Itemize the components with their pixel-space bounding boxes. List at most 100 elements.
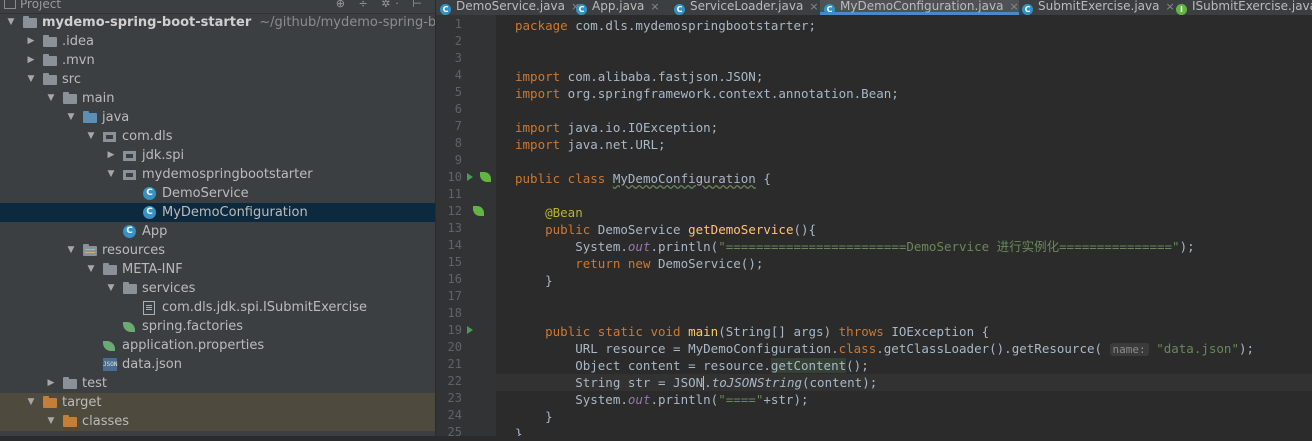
code-line[interactable]: } (515, 425, 523, 436)
gutter-line[interactable]: 1 (436, 16, 496, 33)
gutter-line[interactable]: 17 (436, 288, 496, 305)
code-line[interactable]: URL resource = MyDemoConfiguration.class… (515, 340, 1254, 357)
code-line[interactable]: package com.dls.mydemospringbootstarter; (515, 17, 816, 34)
tree-row-target[interactable]: ▼ target (0, 393, 435, 412)
code-line[interactable]: return new DemoService(); (515, 255, 763, 272)
gutter-line[interactable]: 16 (436, 271, 496, 288)
tree-row-mydemo-spring-boot-starter[interactable]: ▼ mydemo-spring-boot-starter ~/github/myde… (0, 13, 435, 32)
tree-row-meta-inf[interactable]: ▼ META-INF (0, 260, 435, 279)
tab-isubmitexercise-java[interactable]: IISubmitExercise.java× (1172, 0, 1312, 15)
tab-app-java[interactable]: C App.java × (572, 0, 660, 15)
gutter-line[interactable]: 3 (436, 50, 496, 67)
tab-serviceloader-java[interactable]: C ServiceLoader.java × (670, 0, 819, 15)
chevron-down-icon[interactable]: ▼ (65, 108, 77, 127)
close-icon[interactable]: × (809, 0, 818, 13)
chevron-right-icon[interactable]: ▶ (105, 146, 117, 165)
gutter-line[interactable]: 21 (436, 356, 496, 373)
tree-row-mydemospringbootstarter[interactable]: ▼ mydemospringbootstarter (0, 165, 435, 184)
code-line[interactable]: import com.alibaba.fastjson.JSON; (515, 68, 763, 85)
gutter-line[interactable]: 25 (436, 424, 496, 441)
chevron-down-icon[interactable]: ▼ (85, 127, 97, 146)
chevron-right-icon[interactable]: ▶ (25, 51, 37, 70)
gutter-line[interactable]: 7 (436, 118, 496, 135)
gutter-line[interactable]: 18 (436, 305, 496, 322)
gutter-line[interactable]: 20 (436, 339, 496, 356)
tree-row-spring-factories[interactable]: spring.factories (0, 317, 435, 336)
spring-bean-icon[interactable] (473, 206, 484, 216)
gutter-line[interactable]: 22 (436, 373, 496, 390)
chevron-down-icon[interactable]: ▼ (25, 70, 37, 89)
gutter-line[interactable]: 23 (436, 390, 496, 407)
tab-submitexercise-java[interactable]: C SubmitExercise.java × (1018, 0, 1175, 15)
gutter-line[interactable]: 9 (436, 152, 496, 169)
chevron-down-icon[interactable]: ▼ (45, 412, 57, 431)
tree-row--idea[interactable]: ▶ .idea (0, 32, 435, 51)
code-line[interactable]: System.out.println("===="+str); (515, 391, 808, 408)
tree-row--mvn[interactable]: ▶ .mvn (0, 51, 435, 70)
gutter-line[interactable]: 12 (436, 203, 496, 220)
tree-row-mydemoconfiguration[interactable]: C MyDemoConfiguration (0, 203, 435, 222)
gutter-line[interactable]: 6 (436, 101, 496, 118)
run-icon[interactable] (467, 326, 473, 334)
code-line[interactable]: public class MyDemoConfiguration { (515, 170, 771, 187)
line-number: 25 (447, 425, 462, 439)
gutter-line[interactable]: 10 (436, 169, 496, 186)
gutter-line[interactable]: 4 (436, 67, 496, 84)
code-line[interactable]: String str = JSON.toJSONString(content); (515, 374, 877, 391)
close-icon[interactable]: × (650, 0, 659, 13)
java-class-icon: C (440, 4, 451, 15)
spring-bean-icon[interactable] (480, 172, 491, 182)
code-line[interactable]: System.out.println("====================… (515, 238, 1194, 255)
chevron-down-icon[interactable]: ▼ (105, 279, 117, 298)
code-line[interactable]: import java.io.IOException; (515, 119, 718, 136)
tree-row-src[interactable]: ▼ src (0, 70, 435, 89)
gutter-line[interactable]: 15 (436, 254, 496, 271)
tree-row-app[interactable]: C App (0, 222, 435, 241)
gutter-line[interactable]: 2 (436, 33, 496, 50)
tree-row-demoservice[interactable]: C DemoService (0, 184, 435, 203)
code-line[interactable]: import java.net.URL; (515, 136, 666, 153)
gutter-line[interactable]: 14 (436, 237, 496, 254)
code-line[interactable]: public static void main(String[] args) t… (515, 323, 989, 340)
chevron-down-icon[interactable]: ▼ (45, 89, 57, 108)
line-number: 19 (447, 323, 462, 337)
chevron-right-icon[interactable]: ▶ (25, 32, 37, 51)
project-view-selector[interactable]: Project (4, 0, 61, 11)
tree-row-main[interactable]: ▼ main (0, 89, 435, 108)
chevron-down-icon[interactable]: ▼ (85, 260, 97, 279)
line-number: 24 (447, 408, 462, 422)
gutter-line[interactable]: 11 (436, 186, 496, 203)
gutter-line[interactable]: 19 (436, 322, 496, 339)
chevron-right-icon[interactable]: ▶ (45, 374, 57, 393)
code-line[interactable]: Object content = resource.getContent(); (515, 357, 869, 374)
code-line[interactable]: @Bean (515, 204, 583, 221)
tree-row-test[interactable]: ▶ test (0, 374, 435, 393)
chevron-down-icon[interactable]: ▼ (5, 13, 17, 32)
code-editor[interactable]: package com.dls.mydemospringbootstarter;… (496, 15, 1312, 436)
gutter-line[interactable]: 5 (436, 84, 496, 101)
chevron-down-icon[interactable]: ▼ (65, 241, 77, 260)
tree-row-resources[interactable]: ▼ resources (0, 241, 435, 260)
gutter-line[interactable]: 8 (436, 135, 496, 152)
tree-row-com-dls[interactable]: ▼ com.dls (0, 127, 435, 146)
tree-row-services[interactable]: ▼ services (0, 279, 435, 298)
chevron-down-icon[interactable]: ▼ (25, 393, 37, 412)
gutter-line[interactable]: 24 (436, 407, 496, 424)
chevron-down-icon[interactable]: ▼ (105, 165, 117, 184)
code-line[interactable]: } (515, 272, 553, 289)
tree-item-label: src (62, 70, 81, 89)
tab-mydemoconfiguration-java[interactable]: C MyDemoConfiguration.java × (820, 0, 1019, 15)
tree-row-com-dls-jdk-spi-isubmitexercise[interactable]: com.dls.jdk.spi.ISubmitExercise (0, 298, 435, 317)
tree-row-classes[interactable]: ▼ classes (0, 412, 435, 431)
project-toolbar-icons[interactable]: ⊕ ÷ ✲· ⊢ (336, 0, 427, 10)
tab-demoservice-java[interactable]: CDemoService.java× (436, 0, 580, 15)
run-icon[interactable] (467, 173, 473, 181)
code-line[interactable]: import org.springframework.context.annot… (515, 85, 899, 102)
code-line[interactable]: public DemoService getDemoService(){ (515, 221, 816, 238)
tree-row-java[interactable]: ▼ java (0, 108, 435, 127)
tree-row-jdk-spi[interactable]: ▶ jdk.spi (0, 146, 435, 165)
tree-row-application-properties[interactable]: application.properties (0, 336, 435, 355)
code-line[interactable]: } (515, 408, 553, 425)
gutter-line[interactable]: 13 (436, 220, 496, 237)
tree-row-data-json[interactable]: JSON data.json (0, 355, 435, 374)
